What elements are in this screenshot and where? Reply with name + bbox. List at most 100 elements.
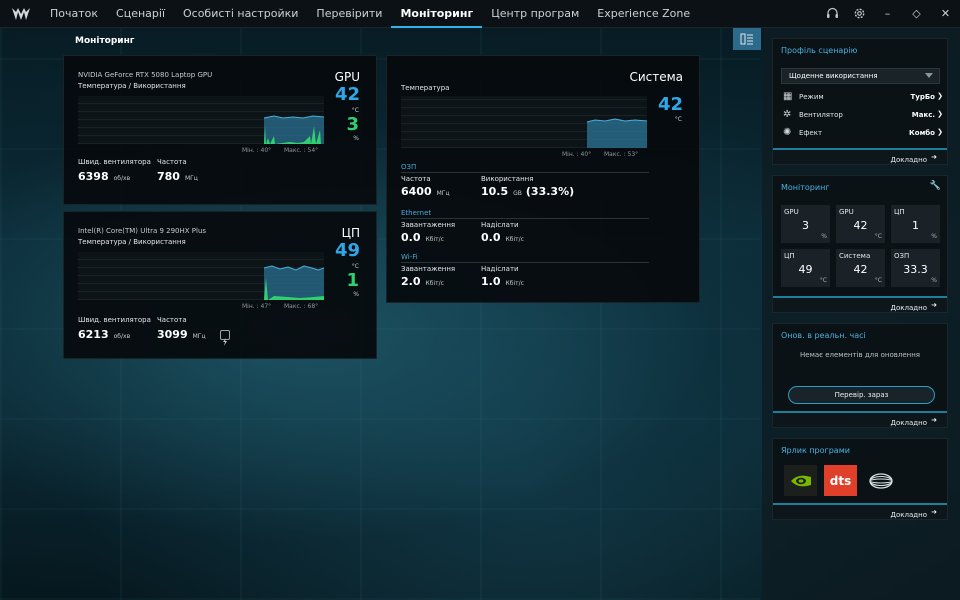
chevron-right-icon: ❯ bbox=[937, 92, 943, 100]
sidebar-toggle-button[interactable] bbox=[733, 28, 761, 50]
tile-ram-usage: ОЗП 33.3% bbox=[891, 249, 940, 287]
nav-check[interactable]: Перевірити bbox=[307, 0, 391, 28]
nav-experience-zone[interactable]: Experience Zone bbox=[588, 0, 699, 28]
gpu-usage-unit: % bbox=[353, 135, 359, 142]
ram-divider bbox=[401, 172, 649, 173]
gpu-label: GPU bbox=[334, 70, 360, 84]
cpu-fan-label: Швид. вентилятора bbox=[78, 316, 151, 324]
gpu-subtitle: Температура / Використання bbox=[78, 82, 186, 90]
tile-gpu-usage: GPU 3% bbox=[781, 205, 830, 243]
ram-use-label: Використання bbox=[481, 175, 534, 183]
profile-row-mode[interactable]: ▦ Режим ТурБо ❯ bbox=[783, 91, 943, 105]
nvidia-app-icon[interactable] bbox=[784, 465, 817, 496]
wifi-divider bbox=[401, 262, 649, 263]
ram-freq-value: 6400 МГц bbox=[401, 185, 450, 198]
gpu-temp-unit: °C bbox=[351, 107, 359, 114]
wifi-up-label: Надіслати bbox=[481, 265, 519, 273]
acer-purified-voice-app-icon[interactable] bbox=[864, 465, 897, 496]
gpu-usage-value: 3 bbox=[346, 114, 359, 135]
profile-row-fan[interactable]: ✲ Вентилятор Макс. ❯ bbox=[783, 109, 943, 123]
check-now-button[interactable]: Перевір. зараз bbox=[788, 386, 935, 404]
system-temp-label: Температура bbox=[401, 84, 450, 92]
nav-app-center[interactable]: Центр програм bbox=[482, 0, 588, 28]
tile-gpu-temp: GPU 42 °C bbox=[836, 205, 885, 243]
ethernet-section-title: Ethernet bbox=[401, 209, 432, 217]
ethernet-down-label: Завантаження bbox=[401, 221, 456, 229]
tile-system-temp: Система 42 °C bbox=[836, 249, 885, 287]
page-title: Моніторинг bbox=[75, 36, 135, 46]
predator-logo-icon bbox=[11, 5, 33, 23]
mode-grid-icon: ▦ bbox=[783, 91, 793, 102]
ram-freq-label: Частота bbox=[401, 175, 431, 183]
cpu-temp-unit: °C bbox=[351, 263, 359, 270]
nav-monitoring[interactable]: Моніторинг bbox=[391, 0, 482, 28]
system-label: Система bbox=[629, 70, 683, 84]
ram-section-title: ОЗП bbox=[401, 163, 417, 171]
cpu-boost-icon[interactable] bbox=[220, 330, 230, 346]
realtime-more-link[interactable]: Докладно ➜ bbox=[773, 411, 947, 427]
nav-home[interactable]: Початок bbox=[41, 0, 107, 28]
wifi-section-title: Wi-Fi bbox=[401, 253, 418, 261]
wrench-icon[interactable]: 🔧 bbox=[930, 181, 941, 191]
gpu-fan-label: Швид. вентилятора bbox=[78, 158, 151, 166]
cpu-min-temp: Мін. : 47° bbox=[242, 303, 272, 310]
no-updates-message: Немає елементів для оновлення bbox=[800, 351, 920, 359]
scenario-profile-card: Профіль сценарію Щоденне використання ▦ … bbox=[772, 38, 948, 165]
app-shortcuts-card: Ярлик програми dts Докладно ➜ bbox=[772, 438, 948, 520]
cpu-panel: Intel(R) Core(TM) Ultra 9 290HX Plus Тем… bbox=[63, 211, 377, 359]
ethernet-up-label: Надіслати bbox=[481, 221, 519, 229]
nav-personal-settings[interactable]: Особисті настройки bbox=[174, 0, 307, 28]
cpu-name: Intel(R) Core(TM) Ultra 9 290HX Plus bbox=[78, 227, 207, 235]
wifi-up-value: 1.0 Кбіт/с bbox=[481, 275, 524, 288]
shortcuts-card-title: Ярлик програми bbox=[781, 446, 850, 455]
cpu-usage-unit: % bbox=[353, 291, 359, 298]
cpu-temp-value: 49 bbox=[334, 240, 360, 261]
gpu-freq-value: 780 МГц bbox=[157, 170, 198, 183]
fan-icon: ✲ bbox=[783, 109, 792, 120]
gpu-graph bbox=[78, 96, 325, 144]
nav-scenarios[interactable]: Сценарії bbox=[107, 0, 174, 28]
headset-support-icon[interactable] bbox=[819, 0, 846, 28]
gpu-min-temp: Мін. : 40° bbox=[242, 147, 272, 154]
system-temp-value: 42 bbox=[657, 94, 683, 115]
realtime-card-title: Онов. в реальн. часі bbox=[781, 331, 866, 340]
gpu-freq-label: Частота bbox=[157, 158, 187, 166]
close-button[interactable]: ✕ bbox=[931, 0, 960, 28]
main-nav: Початок Сценарії Особисті настройки Пере… bbox=[41, 0, 699, 28]
dts-app-icon[interactable]: dts bbox=[824, 465, 857, 496]
tile-cpu-usage: ЦП 1% bbox=[891, 205, 940, 243]
profile-more-link[interactable]: Докладно ➜ bbox=[773, 148, 947, 164]
system-graph bbox=[401, 96, 648, 148]
profile-card-title: Профіль сценарію bbox=[781, 46, 858, 55]
gear-settings-icon[interactable] bbox=[846, 0, 873, 28]
system-panel: Система Температура 42 °C Мін. : 40° Мак… bbox=[386, 55, 700, 303]
cpu-subtitle: Температура / Використання bbox=[78, 238, 186, 246]
chevron-right-icon: ❯ bbox=[937, 110, 943, 118]
cpu-label: ЦП bbox=[341, 226, 360, 240]
top-navigation-bar: Початок Сценарії Особисті настройки Пере… bbox=[0, 0, 960, 28]
chevron-down-icon bbox=[925, 73, 933, 78]
maximize-button[interactable]: ◇ bbox=[902, 0, 931, 28]
cpu-fan-value: 6213 об/хв bbox=[78, 328, 131, 341]
monitoring-card: Моніторинг 🔧 GPU 3% GPU 42 °C ЦП 1% ЦП 49 °C С… bbox=[772, 175, 948, 313]
ethernet-divider bbox=[401, 218, 649, 219]
shortcuts-more-link[interactable]: Докладно ➜ bbox=[773, 503, 947, 519]
gpu-max-temp: Макс. : 54° bbox=[284, 147, 319, 154]
cpu-freq-value: 3099 МГц bbox=[157, 328, 206, 341]
cpu-graph bbox=[78, 252, 325, 300]
gpu-panel: NVIDIA GeForce RTX 5080 Laptop GPU Темпе… bbox=[63, 55, 377, 205]
scenario-profile-select[interactable]: Щоденне використання bbox=[781, 68, 940, 84]
system-max-temp: Макс. : 53° bbox=[604, 151, 639, 158]
gpu-name: NVIDIA GeForce RTX 5080 Laptop GPU bbox=[78, 71, 213, 79]
lighting-effect-icon: ✺ bbox=[783, 127, 792, 138]
realtime-update-card: Онов. в реальн. часі Немає елементів для… bbox=[772, 323, 948, 428]
gpu-fan-value: 6398 об/хв bbox=[78, 170, 131, 183]
monitoring-card-title: Моніторинг bbox=[781, 183, 830, 192]
minimize-button[interactable]: – bbox=[873, 0, 902, 28]
system-temp-unit: °C bbox=[674, 116, 682, 123]
cpu-freq-label: Частота bbox=[157, 316, 187, 324]
top-right-controls: – ◇ ✕ bbox=[819, 0, 960, 28]
monitoring-more-link[interactable]: Докладно ➜ bbox=[773, 296, 947, 312]
profile-row-effect[interactable]: ✺ Ефект Комбо ❯ bbox=[783, 127, 943, 141]
ethernet-down-value: 0.0 Кбіт/с bbox=[401, 231, 444, 244]
